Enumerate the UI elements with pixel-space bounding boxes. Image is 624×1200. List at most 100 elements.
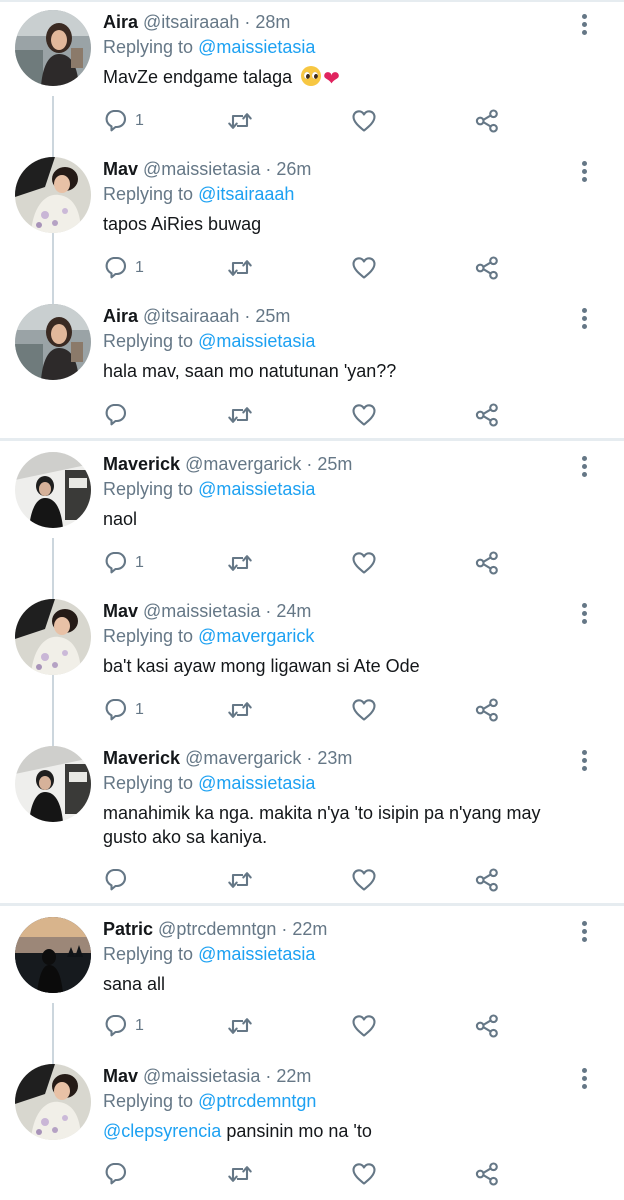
thread-connector <box>52 1003 54 1065</box>
avatar[interactable] <box>15 1064 91 1140</box>
display-name[interactable]: Aira <box>103 12 138 32</box>
share-icon <box>475 698 498 722</box>
retweet-button[interactable] <box>226 106 254 136</box>
tweet-timestamp[interactable]: 28m <box>255 12 290 32</box>
separator-dot: · <box>265 159 272 179</box>
separator-dot: · <box>306 748 313 768</box>
tweet-timestamp[interactable]: 22m <box>292 919 327 939</box>
like-button[interactable] <box>350 695 378 725</box>
share-button[interactable] <box>473 865 501 895</box>
share-button[interactable] <box>473 1011 501 1041</box>
like-button[interactable] <box>350 1011 378 1041</box>
tweet-actions: 1 <box>103 106 523 136</box>
like-button[interactable] <box>350 400 378 430</box>
reply-button[interactable] <box>103 865 135 895</box>
separator-dot: · <box>265 601 272 621</box>
replying-to-handle-link[interactable]: @maissietasia <box>198 37 315 57</box>
tweet-timestamp[interactable]: 26m <box>276 159 311 179</box>
replying-to: Replying to @ptrcdemntgn <box>103 1089 573 1113</box>
share-button[interactable] <box>473 253 501 283</box>
reply-button[interactable]: 1 <box>103 253 144 283</box>
user-handle[interactable]: @maissietasia <box>143 601 260 621</box>
user-handle[interactable]: @ptrcdemntgn <box>158 919 276 939</box>
share-button[interactable] <box>473 695 501 725</box>
replying-to-label: Replying to <box>103 479 194 499</box>
reply-button[interactable]: 1 <box>103 1011 144 1041</box>
avatar[interactable] <box>15 746 91 822</box>
more-options-icon[interactable] <box>576 12 592 38</box>
mention-link[interactable]: @clepsyrencia <box>103 1121 221 1141</box>
like-button[interactable] <box>350 548 378 578</box>
reply-button[interactable]: 1 <box>103 548 144 578</box>
more-options-icon[interactable] <box>576 748 592 774</box>
display-name[interactable]: Patric <box>103 919 153 939</box>
avatar[interactable] <box>15 157 91 233</box>
share-button[interactable] <box>473 400 501 430</box>
user-handle[interactable]: @maissietasia <box>143 1066 260 1086</box>
retweet-icon <box>228 406 252 424</box>
more-options-icon[interactable] <box>576 306 592 332</box>
reply-bubble-icon <box>105 868 127 891</box>
like-button[interactable] <box>350 865 378 895</box>
more-options-icon[interactable] <box>576 454 592 480</box>
like-button[interactable] <box>350 106 378 136</box>
display-name[interactable]: Mav <box>103 159 138 179</box>
share-icon <box>475 1014 498 1038</box>
more-options-icon[interactable] <box>576 601 592 627</box>
user-handle[interactable]: @mavergarick <box>185 748 301 768</box>
avatar[interactable] <box>15 599 91 675</box>
display-name[interactable]: Maverick <box>103 454 180 474</box>
tweet-actions: 1 <box>103 695 523 725</box>
replying-to-handle-link[interactable]: @maissietasia <box>198 773 315 793</box>
share-button[interactable] <box>473 1159 501 1189</box>
more-options-icon[interactable] <box>576 159 592 185</box>
display-name[interactable]: Maverick <box>103 748 180 768</box>
user-handle[interactable]: @maissietasia <box>143 159 260 179</box>
retweet-button[interactable] <box>226 253 254 283</box>
avatar[interactable] <box>15 917 91 993</box>
reply-button[interactable]: 1 <box>103 106 144 136</box>
retweet-button[interactable] <box>226 400 254 430</box>
reply-bubble-icon <box>105 403 127 426</box>
reply-button[interactable] <box>103 400 135 430</box>
display-name[interactable]: Mav <box>103 1066 138 1086</box>
tweet-content: Maverick @mavergarick · 25m Replying to … <box>103 452 573 531</box>
tweet-header: Mav @maissietasia · 26m <box>103 157 573 181</box>
replying-to-handle-link[interactable]: @ptrcdemntgn <box>198 1091 316 1111</box>
tweet-timestamp[interactable]: 22m <box>276 1066 311 1086</box>
display-name[interactable]: Aira <box>103 306 138 326</box>
avatar[interactable] <box>15 304 91 380</box>
replying-to-handle-link[interactable]: @maissietasia <box>198 944 315 964</box>
retweet-button[interactable] <box>226 1159 254 1189</box>
tweet-timestamp[interactable]: 24m <box>276 601 311 621</box>
user-handle[interactable]: @itsairaaah <box>143 12 239 32</box>
tweet-timestamp[interactable]: 23m <box>317 748 352 768</box>
more-options-icon[interactable] <box>576 1066 592 1092</box>
avatar[interactable] <box>15 10 91 86</box>
user-handle[interactable]: @itsairaaah <box>143 306 239 326</box>
tweet-timestamp[interactable]: 25m <box>317 454 352 474</box>
tweet-header: Mav @maissietasia · 22m <box>103 1064 573 1088</box>
replying-to-handle-link[interactable]: @mavergarick <box>198 626 314 646</box>
retweet-button[interactable] <box>226 1011 254 1041</box>
reply-button[interactable]: 1 <box>103 695 144 725</box>
replying-to-handle-link[interactable]: @maissietasia <box>198 479 315 499</box>
retweet-button[interactable] <box>226 865 254 895</box>
replying-to-handle-link[interactable]: @itsairaaah <box>198 184 294 204</box>
like-button[interactable] <box>350 1159 378 1189</box>
retweet-button[interactable] <box>226 695 254 725</box>
replying-to-label: Replying to <box>103 331 194 351</box>
user-handle[interactable]: @mavergarick <box>185 454 301 474</box>
tweet-timestamp[interactable]: 25m <box>255 306 290 326</box>
retweet-button[interactable] <box>226 548 254 578</box>
more-options-icon[interactable] <box>576 919 592 945</box>
avatar[interactable] <box>15 452 91 528</box>
replying-to-handle-link[interactable]: @maissietasia <box>198 331 315 351</box>
separator-dot: · <box>244 306 251 326</box>
display-name[interactable]: Mav <box>103 601 138 621</box>
reply-button[interactable] <box>103 1159 135 1189</box>
share-button[interactable] <box>473 548 501 578</box>
share-button[interactable] <box>473 106 501 136</box>
like-button[interactable] <box>350 253 378 283</box>
tweet-content: Mav @maissietasia · 22m Replying to @ptr… <box>103 1064 573 1143</box>
